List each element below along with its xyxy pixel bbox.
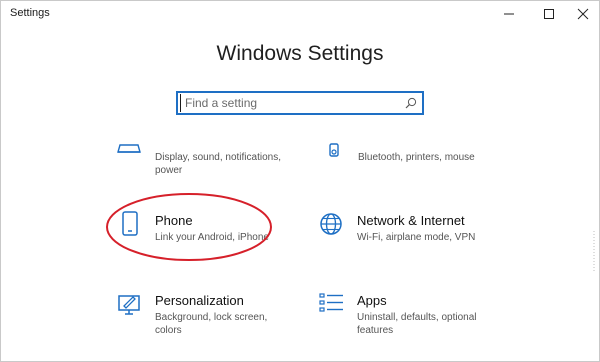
tile-network[interactable]: Network & Internet Wi-Fi, airplane mode,… [319,213,519,247]
apps-list-icon [319,293,343,312]
close-button[interactable] [566,1,599,27]
tile-apps[interactable]: Apps Uninstall, defaults, optional featu… [319,293,519,336]
tile-personalization-desc: Background, lock screen, colors [155,312,268,336]
paint-monitor-icon [118,295,140,315]
search-icon[interactable] [405,97,417,109]
search-box[interactable] [176,91,424,115]
tile-devices-desc: Bluetooth, printers, mouse [358,152,475,163]
tile-apps-title: Apps [357,293,387,308]
tile-personalization-title: Personalization [155,293,244,308]
tile-phone-desc: Link your Android, iPhone [155,232,269,243]
settings-window: Settings Windows Settings Display, sound… [0,0,600,362]
tile-network-title: Network & Internet [357,213,465,228]
title-bar[interactable]: Settings [1,1,599,27]
maximize-icon [544,9,554,19]
window-title: Settings [10,7,50,19]
keyboard-speaker-icon [329,143,339,157]
tile-network-desc: Wi-Fi, airplane mode, VPN [357,232,476,243]
tile-phone-title: Phone [155,213,193,228]
minimize-icon [504,13,514,15]
minimize-button[interactable] [492,1,526,27]
maximize-button[interactable] [532,1,566,27]
tile-apps-desc: Uninstall, defaults, optional features [357,312,477,336]
laptop-icon [117,144,141,153]
phone-icon [122,211,138,236]
close-icon [577,8,589,20]
scrollbar-hint[interactable] [593,231,596,271]
globe-icon [320,213,342,235]
tile-phone[interactable]: Phone Link your Android, iPhone [117,211,307,247]
search-input[interactable] [180,94,409,112]
page-title: Windows Settings [216,42,384,65]
tile-personalization[interactable]: Personalization Background, lock screen,… [117,293,307,336]
tile-system-desc: Display, sound, notifications, power [155,152,281,176]
